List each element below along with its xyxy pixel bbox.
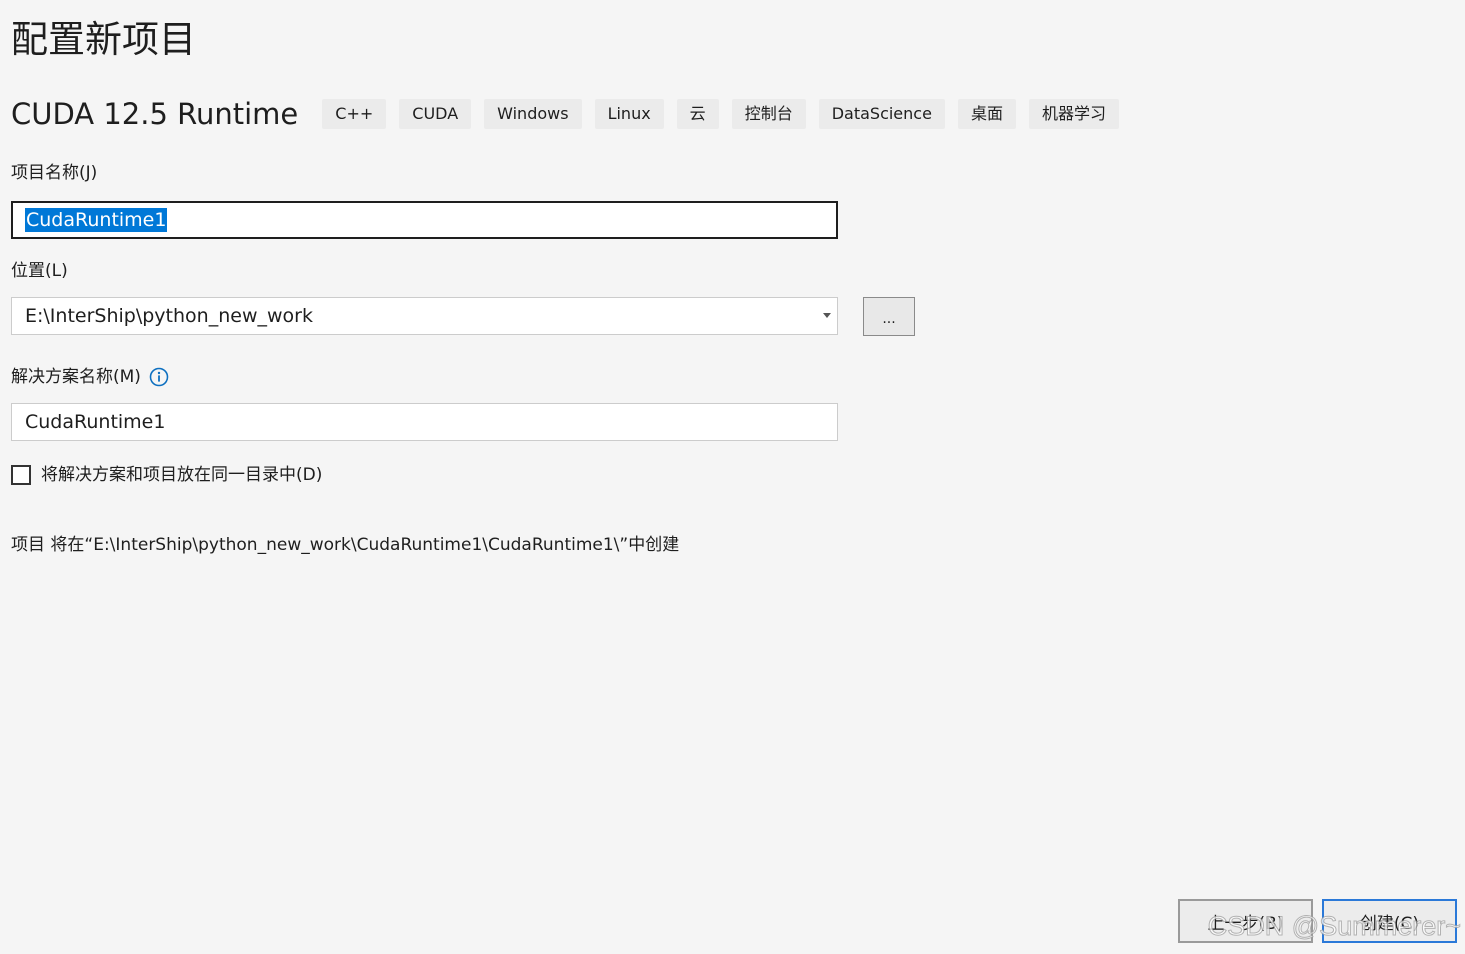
tag: Windows: [484, 99, 582, 129]
create-button[interactable]: 创建(C): [1322, 899, 1457, 943]
tag: 控制台: [731, 99, 806, 129]
tag: C++: [322, 99, 387, 129]
tag: DataScience: [818, 99, 945, 129]
tag: CUDA: [399, 99, 472, 129]
solution-name-value: CudaRuntime1: [25, 411, 166, 433]
project-name-value: CudaRuntime1: [25, 208, 168, 232]
info-icon[interactable]: [149, 367, 169, 387]
tag: 桌面: [957, 99, 1016, 129]
same-directory-label: 将解决方案和项目放在同一目录中(D): [41, 465, 323, 485]
back-button[interactable]: 上一步(B): [1178, 899, 1313, 943]
tag: Linux: [594, 99, 664, 129]
solution-name-label: 解决方案名称(M): [11, 367, 141, 387]
same-directory-checkbox[interactable]: [11, 465, 31, 485]
project-name-input[interactable]: CudaRuntime1: [11, 201, 838, 239]
template-name: CUDA 12.5 Runtime: [11, 97, 299, 131]
browse-button[interactable]: ...: [863, 297, 915, 336]
template-header: CUDA 12.5 Runtime C++ CUDA Windows Linux…: [11, 94, 1132, 134]
location-label: 位置(L): [11, 261, 68, 281]
page-title: 配置新项目: [11, 18, 196, 61]
tag: 机器学习: [1028, 99, 1119, 129]
chevron-down-icon[interactable]: [823, 313, 831, 318]
tag: 云: [676, 99, 719, 129]
solution-name-input[interactable]: CudaRuntime1: [11, 403, 838, 441]
same-directory-option[interactable]: 将解决方案和项目放在同一目录中(D): [11, 463, 322, 487]
location-combobox[interactable]: E:\InterShip\python_new_work: [11, 297, 838, 335]
location-value: E:\InterShip\python_new_work: [25, 305, 313, 327]
project-path-preview: 项目 将在“E:\InterShip\python_new_work\CudaR…: [11, 535, 680, 555]
project-name-label: 项目名称(J): [11, 163, 98, 183]
solution-name-label-row: 解决方案名称(M): [11, 365, 169, 389]
